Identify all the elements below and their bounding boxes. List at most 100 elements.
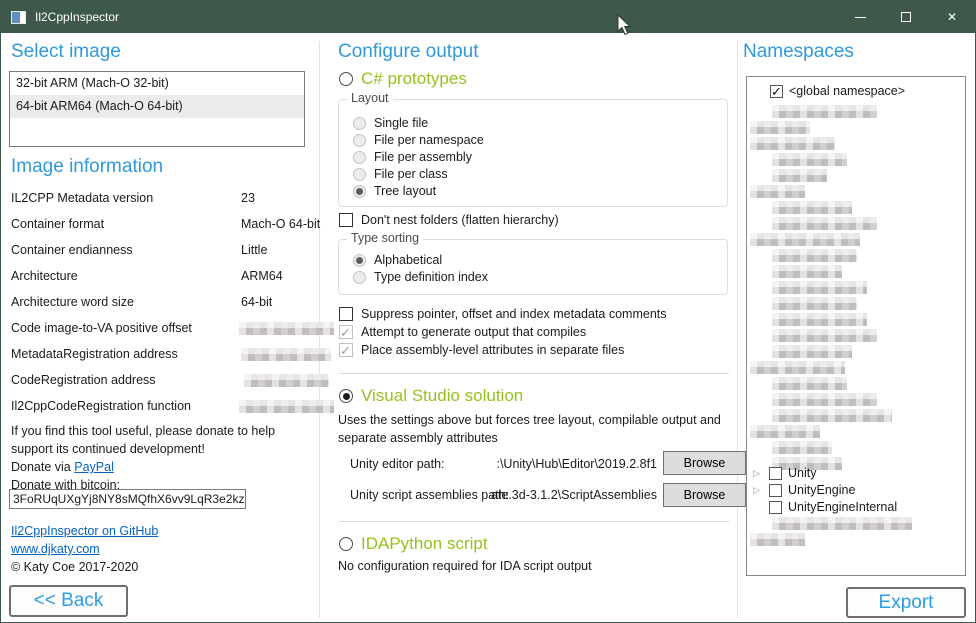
section-separator — [339, 521, 729, 522]
single-file-radio[interactable] — [353, 117, 366, 130]
unityengineinternal-checkbox[interactable] — [769, 501, 782, 514]
unityengine-checkbox[interactable] — [769, 484, 782, 497]
compilable-output-option[interactable]: Attempt to generate output that compiles — [339, 325, 586, 339]
alphabetical-radio[interactable] — [353, 254, 366, 267]
namespace-item-redacted[interactable] — [772, 217, 877, 230]
maximize-icon — [901, 12, 911, 22]
info-label: CodeRegistration address — [11, 373, 156, 387]
tree-layout-label: Tree layout — [374, 184, 436, 198]
expander-icon[interactable]: ▷ — [753, 468, 763, 479]
image-listbox[interactable]: 32-bit ARM (Mach-O 32-bit) 64-bit ARM64 … — [9, 71, 305, 147]
list-item[interactable]: 32-bit ARM (Mach-O 32-bit) — [10, 72, 304, 95]
assembly-attributes-checkbox[interactable] — [339, 343, 353, 357]
export-button[interactable]: Export — [846, 587, 966, 618]
namespace-item-redacted[interactable] — [772, 169, 827, 182]
unity-label: Unity — [788, 466, 816, 480]
layout-option-file-per-class[interactable]: File per class — [353, 167, 448, 181]
namespace-item-redacted[interactable] — [750, 233, 860, 246]
namespace-item-redacted[interactable] — [750, 425, 820, 438]
unity-editor-path-label: Unity editor path: — [350, 457, 445, 471]
namespaces-heading: Namespaces — [743, 41, 854, 63]
info-label: Il2CppCodeRegistration function — [11, 399, 191, 413]
namespace-item-redacted[interactable] — [750, 533, 805, 546]
window-title: Il2CppInspector — [35, 10, 119, 24]
layout-option-file-per-assembly[interactable]: File per assembly — [353, 150, 472, 164]
sorting-option-type-definition-index[interactable]: Type definition index — [353, 270, 488, 284]
namespace-item-redacted[interactable] — [772, 517, 912, 530]
paypal-link[interactable]: PayPal — [74, 460, 114, 474]
sorting-option-alphabetical[interactable]: Alphabetical — [353, 253, 442, 267]
file-per-namespace-radio[interactable] — [353, 134, 366, 147]
namespace-item-redacted[interactable] — [772, 201, 852, 214]
expander-icon[interactable]: ▷ — [753, 485, 763, 496]
csharp-prototypes-radio[interactable] — [339, 72, 353, 86]
namespace-item-redacted[interactable] — [750, 185, 805, 198]
visual-studio-solution-radio[interactable] — [339, 389, 353, 403]
namespace-item-unityengineinternal[interactable]: UnityEngineInternal — [769, 499, 897, 515]
namespace-item-redacted[interactable] — [772, 105, 877, 118]
ida-description: No configuration required for IDA script… — [338, 557, 730, 575]
info-label: Architecture — [11, 269, 78, 283]
namespace-item-unityengine[interactable]: ▷ UnityEngine — [753, 482, 855, 498]
namespace-item-redacted[interactable] — [772, 441, 832, 454]
minimize-button[interactable] — [837, 1, 883, 33]
title-bar[interactable]: Il2CppInspector ✕ — [1, 1, 975, 33]
info-value-redacted — [239, 400, 334, 413]
list-item[interactable]: 64-bit ARM64 (Mach-O 64-bit) — [10, 95, 304, 118]
csharp-prototypes-option[interactable]: C# prototypes — [339, 69, 467, 89]
dont-nest-folders-checkbox[interactable] — [339, 213, 353, 227]
dont-nest-folders-label: Don't nest folders (flatten hierarchy) — [361, 213, 559, 227]
idapython-script-radio[interactable] — [339, 537, 353, 551]
section-separator — [339, 373, 729, 374]
namespace-item-redacted[interactable] — [750, 361, 845, 374]
idapython-script-label: IDAPython script — [361, 534, 488, 554]
global-namespace-label: <global namespace> — [789, 84, 905, 98]
namespace-item-redacted[interactable] — [772, 297, 857, 310]
info-label: Code image-to-VA positive offset — [11, 321, 192, 335]
namespace-item-redacted[interactable] — [772, 265, 842, 278]
namespace-item-redacted[interactable] — [750, 137, 835, 150]
type-definition-index-radio[interactable] — [353, 271, 366, 284]
layout-option-single-file[interactable]: Single file — [353, 116, 428, 130]
namespace-item-redacted[interactable] — [772, 281, 867, 294]
file-per-assembly-radio[interactable] — [353, 151, 366, 164]
github-link[interactable]: Il2CppInspector on GitHub — [11, 524, 158, 538]
bitcoin-address-field[interactable]: 3FoRUqUXgYj8NY8sMQfhX6vv9LqR3e2kzz — [9, 489, 246, 509]
idapython-script-option[interactable]: IDAPython script — [339, 534, 488, 554]
namespace-item-redacted[interactable] — [772, 409, 892, 422]
suppress-comments-checkbox[interactable] — [339, 307, 353, 321]
unity-checkbox[interactable] — [769, 467, 782, 480]
minimize-icon — [855, 17, 866, 18]
namespace-item-redacted[interactable] — [772, 377, 847, 390]
namespace-item-redacted[interactable] — [772, 329, 877, 342]
unityengine-label: UnityEngine — [788, 483, 855, 497]
namespaces-tree[interactable]: <global namespace> ▷ Unity ▷ UnityEngine… — [746, 76, 966, 576]
unityengineinternal-label: UnityEngineInternal — [788, 500, 897, 514]
namespace-item-redacted[interactable] — [772, 153, 847, 166]
browse-unity-editor-button[interactable]: Browse — [663, 451, 746, 475]
compilable-output-checkbox[interactable] — [339, 325, 353, 339]
namespace-item-redacted[interactable] — [772, 345, 852, 358]
suppress-comments-option[interactable]: Suppress pointer, offset and index metad… — [339, 307, 667, 321]
dont-nest-folders-option[interactable]: Don't nest folders (flatten hierarchy) — [339, 213, 559, 227]
namespace-item-redacted[interactable] — [772, 249, 857, 262]
namespace-item-redacted[interactable] — [772, 393, 877, 406]
layout-option-file-per-namespace[interactable]: File per namespace — [353, 133, 484, 147]
browse-script-assemblies-button[interactable]: Browse — [663, 483, 746, 507]
tree-layout-radio[interactable] — [353, 185, 366, 198]
vs-solution-description: Uses the settings above but forces tree … — [338, 411, 730, 447]
website-link[interactable]: www.djkaty.com — [11, 542, 100, 556]
assembly-attributes-option[interactable]: Place assembly-level attributes in separ… — [339, 343, 624, 357]
layout-option-tree-layout[interactable]: Tree layout — [353, 184, 436, 198]
file-per-class-radio[interactable] — [353, 168, 366, 181]
assembly-attributes-label: Place assembly-level attributes in separ… — [361, 343, 624, 357]
global-namespace-checkbox[interactable] — [770, 85, 783, 98]
namespace-item-global[interactable]: <global namespace> — [770, 83, 905, 99]
maximize-button[interactable] — [883, 1, 929, 33]
close-button[interactable]: ✕ — [929, 1, 975, 33]
namespace-item-unity[interactable]: ▷ Unity — [753, 465, 816, 481]
back-button[interactable]: << Back — [9, 585, 128, 617]
visual-studio-solution-option[interactable]: Visual Studio solution — [339, 386, 523, 406]
namespace-item-redacted[interactable] — [772, 313, 867, 326]
namespace-item-redacted[interactable] — [750, 121, 810, 134]
